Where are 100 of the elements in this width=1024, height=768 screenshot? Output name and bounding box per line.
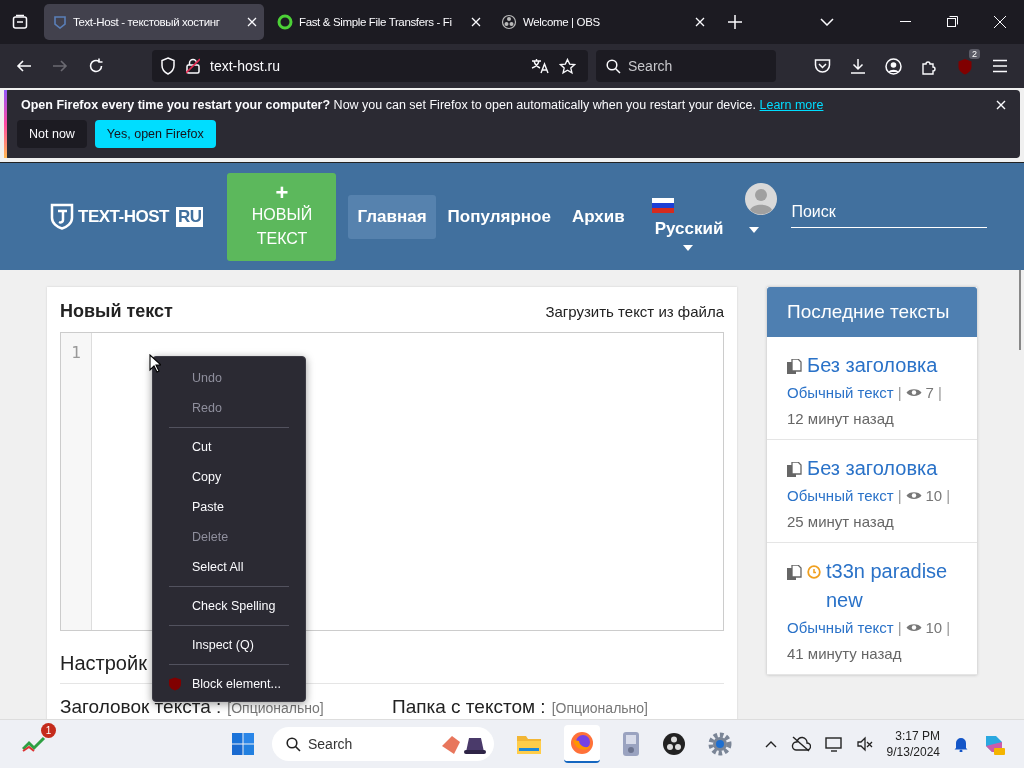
eye-icon bbox=[905, 490, 922, 501]
flag-icon bbox=[651, 198, 674, 213]
menu-item[interactable]: Select All bbox=[153, 552, 305, 582]
close-icon[interactable] bbox=[695, 17, 705, 27]
search-icon bbox=[606, 59, 621, 74]
close-icon[interactable] bbox=[994, 16, 1006, 28]
forward-icon[interactable] bbox=[52, 58, 68, 74]
separator-mark: | bbox=[897, 619, 902, 636]
nav-link[interactable]: Популярное bbox=[438, 194, 560, 239]
text-type-link[interactable]: Обычный текст bbox=[787, 487, 894, 504]
stocks-icon[interactable] bbox=[22, 735, 46, 753]
browser-tab[interactable]: Fast & Simple File Transfers - Fi bbox=[268, 4, 488, 40]
time-ago: 12 минут назад bbox=[787, 410, 895, 427]
document-icon bbox=[787, 462, 802, 477]
menu-item[interactable]: Copy bbox=[153, 462, 305, 492]
gear-icon[interactable] bbox=[708, 732, 732, 756]
view-count: 10 bbox=[925, 487, 943, 504]
separator-mark: | bbox=[937, 384, 942, 401]
field-hint: [Опционально] bbox=[551, 700, 648, 716]
menu-item[interactable]: Cut bbox=[153, 432, 305, 462]
chevron-up-icon[interactable] bbox=[764, 740, 777, 748]
notification-button[interactable]: Not now bbox=[17, 120, 87, 148]
site-logo[interactable]: TEXT-HOST RU bbox=[50, 203, 204, 230]
browser-tab[interactable]: Welcome | OBS bbox=[492, 4, 712, 40]
shield-extension-icon bbox=[168, 677, 182, 691]
menu-icon[interactable] bbox=[992, 59, 1008, 73]
line-number: 1 bbox=[71, 343, 81, 362]
nav-link[interactable]: Архив bbox=[562, 194, 634, 239]
bell-icon[interactable] bbox=[954, 736, 968, 752]
close-icon[interactable] bbox=[247, 17, 257, 27]
reload-icon[interactable] bbox=[88, 58, 104, 74]
clock-date[interactable]: 9/13/2024 bbox=[886, 744, 940, 760]
editor-title: Новый текст bbox=[60, 301, 173, 322]
obs-icon bbox=[501, 14, 517, 30]
text-link[interactable]: t33n paradise new bbox=[826, 557, 957, 615]
new-tab-icon[interactable] bbox=[728, 15, 742, 29]
shield-logo-icon bbox=[50, 203, 74, 230]
text-link[interactable]: Без заголовка bbox=[807, 454, 938, 483]
chevron-down-icon[interactable] bbox=[820, 18, 834, 26]
url-text: text-host.ru bbox=[210, 58, 282, 74]
back-icon[interactable] bbox=[16, 58, 32, 74]
download-icon[interactable] bbox=[850, 58, 866, 74]
folder-icon[interactable] bbox=[516, 733, 542, 755]
taskbar-search-field[interactable]: Search bbox=[272, 727, 494, 761]
firefox-icon[interactable] bbox=[570, 731, 594, 755]
site-icon bbox=[53, 15, 67, 29]
address-bar[interactable]: text-host.ru bbox=[152, 50, 588, 82]
view-count: 10 bbox=[925, 619, 943, 636]
browser-tab[interactable]: Text-Host - текстовый хостинг bbox=[44, 4, 264, 40]
separator-mark: | bbox=[946, 619, 951, 636]
separator-mark: | bbox=[897, 384, 902, 401]
shield-icon[interactable] bbox=[160, 57, 176, 75]
notification-badge: 1 bbox=[41, 723, 56, 738]
search-icon bbox=[286, 737, 301, 752]
caret-icon[interactable] bbox=[749, 226, 760, 233]
cloud-off-icon[interactable] bbox=[790, 736, 811, 752]
restore-icon[interactable] bbox=[947, 16, 958, 27]
language-link[interactable]: Русский bbox=[646, 213, 732, 245]
pocket-icon[interactable] bbox=[814, 58, 831, 74]
upload-link[interactable]: Загрузить текст из файла bbox=[545, 303, 724, 320]
notification-message: Open Firefox every time you restart your computer? Now you can set Firefox to open automatically when you restart your device. Learn more bbox=[21, 98, 824, 112]
panel-header: Последние тексты bbox=[767, 287, 977, 337]
eye-icon bbox=[905, 387, 922, 398]
star-icon[interactable] bbox=[559, 57, 576, 75]
time-ago: 25 минут назад bbox=[787, 513, 895, 530]
text-link[interactable]: Без заголовка bbox=[807, 351, 938, 380]
view-count: 7 bbox=[925, 384, 934, 401]
document-icon bbox=[787, 359, 802, 374]
separator-mark: | bbox=[897, 487, 902, 504]
notification-button[interactable]: Yes, open Firefox bbox=[94, 120, 216, 148]
field-label: Папка с текстом : bbox=[392, 696, 546, 718]
search-field[interactable]: Search bbox=[596, 50, 776, 82]
document-icon bbox=[787, 565, 802, 580]
nav-link[interactable]: Главная bbox=[348, 194, 436, 239]
time-ago: 41 минуту назад bbox=[787, 645, 903, 662]
tab-list-icon[interactable] bbox=[12, 14, 28, 30]
extension-badge: 2 bbox=[969, 48, 980, 59]
speaker-muted-icon[interactable] bbox=[856, 736, 873, 752]
lock-icon[interactable] bbox=[186, 58, 200, 74]
menu-item[interactable]: Check Spelling bbox=[153, 591, 305, 621]
ring-icon bbox=[277, 14, 293, 30]
monitor-icon[interactable] bbox=[824, 736, 843, 752]
account-icon[interactable] bbox=[885, 57, 902, 75]
translate-icon[interactable] bbox=[531, 58, 549, 74]
cursor-icon bbox=[149, 354, 161, 373]
learn-more-link[interactable]: Learn more bbox=[759, 98, 824, 112]
close-icon[interactable] bbox=[471, 17, 481, 27]
clock-time[interactable]: 3:17 PM bbox=[895, 728, 940, 744]
media-player-icon[interactable] bbox=[622, 731, 640, 757]
caret-icon[interactable] bbox=[682, 245, 693, 251]
field-hint: [Опционально] bbox=[227, 700, 324, 716]
text-type-link[interactable]: Обычный текст bbox=[787, 384, 894, 401]
separator-mark: | bbox=[946, 487, 951, 504]
text-type-link[interactable]: Обычный текст bbox=[787, 619, 894, 636]
close-icon[interactable] bbox=[996, 100, 1006, 110]
menu-item[interactable]: Paste bbox=[153, 492, 305, 522]
obs-icon[interactable] bbox=[662, 732, 686, 756]
avatar-icon[interactable] bbox=[745, 182, 778, 215]
windows-start-icon[interactable] bbox=[232, 733, 254, 755]
site-search-field[interactable]: Поиск bbox=[791, 197, 988, 228]
